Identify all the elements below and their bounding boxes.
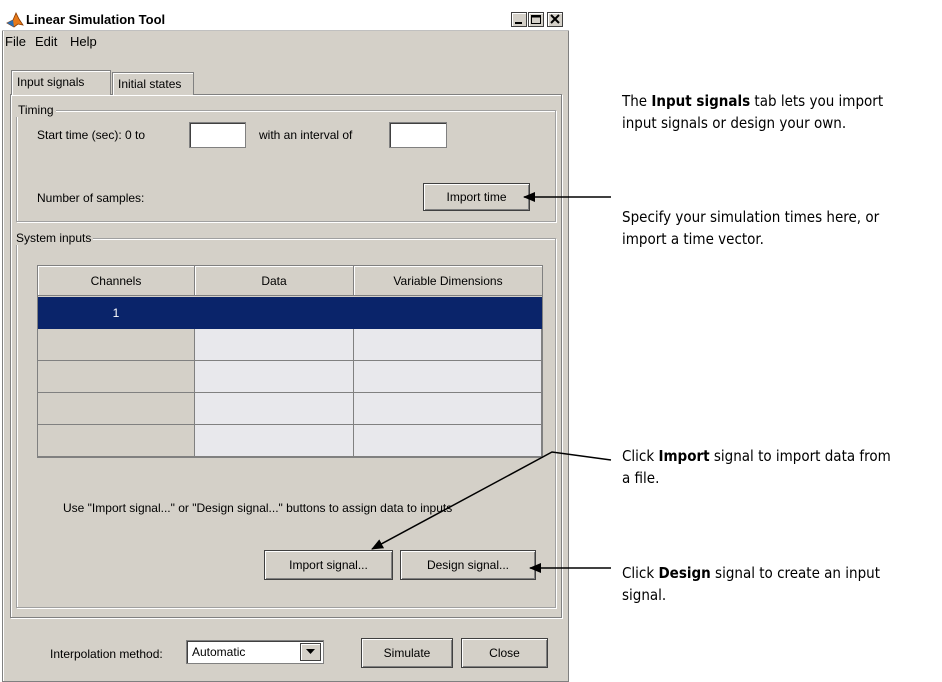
callout-arrows <box>371 192 612 573</box>
arrow-to-import-signal <box>371 451 612 550</box>
tab-input-signals[interactable]: Input signals <box>11 70 111 95</box>
tab-input-signals-label: Input signals <box>17 75 85 89</box>
